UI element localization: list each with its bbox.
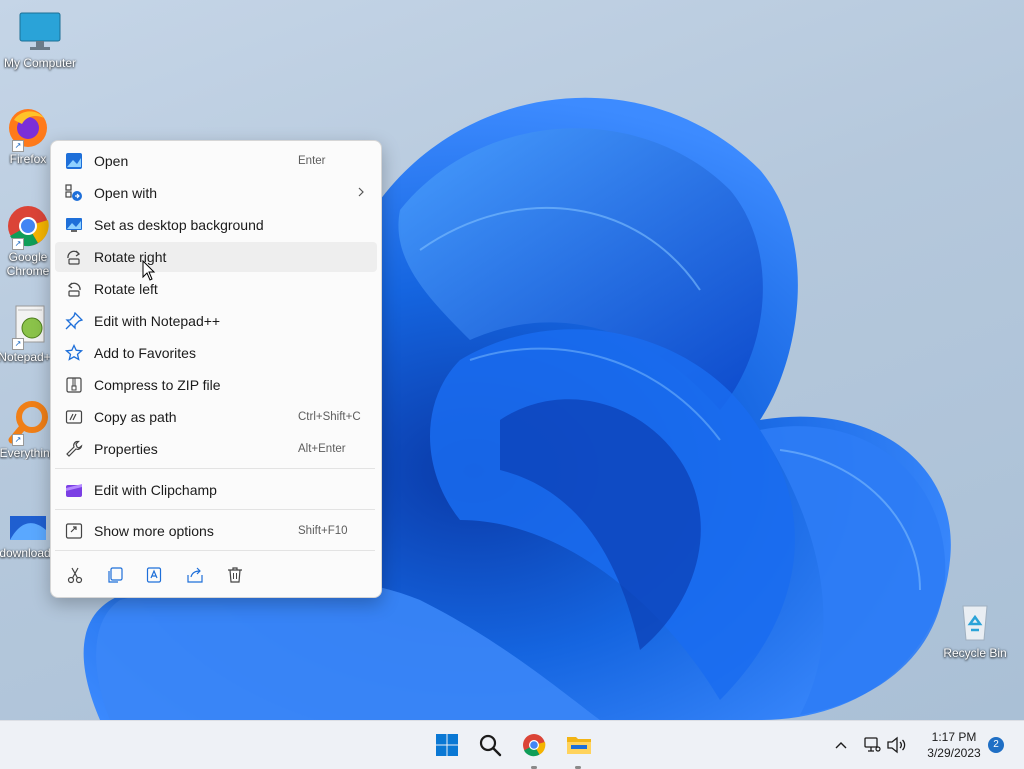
menu-item-set-as-desktop-background[interactable]: Set as desktop background — [55, 210, 377, 240]
shortcut-arrow-icon: ↗ — [12, 434, 24, 446]
shortcut-arrow-icon: ↗ — [12, 338, 24, 350]
copy-button[interactable] — [103, 563, 127, 587]
show-more-icon — [65, 523, 83, 539]
menu-separator — [55, 550, 375, 551]
menu-item-label: Edit with Notepad++ — [94, 313, 221, 329]
clock-date: 3/29/2023 — [927, 746, 981, 760]
start-button[interactable] — [429, 727, 465, 763]
recycle-bin-icon — [962, 605, 988, 641]
network-icon[interactable] — [862, 735, 882, 755]
desktop-background-icon — [66, 218, 82, 232]
menu-item-show-more-options[interactable]: Show more options Shift+F10 — [55, 516, 377, 546]
chrome-icon — [523, 734, 546, 757]
file-explorer-icon — [567, 737, 591, 754]
clock[interactable]: 1:17 PM 3/29/2023 — [916, 729, 992, 761]
search-button[interactable] — [472, 727, 508, 763]
context-menu: Open Enter Open with Set as desktop back… — [50, 140, 382, 598]
menu-item-shortcut: Ctrl+Shift+C — [298, 411, 361, 423]
wrench-icon — [66, 440, 83, 457]
volume-icon[interactable] — [886, 735, 908, 755]
menu-item-label: Properties — [94, 441, 158, 457]
menu-item-edit-with-notepadpp[interactable]: Edit with Notepad++ — [55, 306, 377, 336]
open-with-icon — [65, 184, 82, 201]
mouse-cursor-icon — [142, 260, 156, 281]
menu-item-label: Compress to ZIP file — [94, 377, 221, 393]
menu-item-label: Show more options — [94, 523, 214, 539]
chevron-up-icon[interactable] — [834, 739, 848, 751]
desktop-icon-my-computer[interactable]: My Computer — [0, 10, 80, 70]
zip-icon — [66, 377, 82, 393]
cut-button[interactable] — [63, 563, 87, 587]
menu-item-edit-with-clipchamp[interactable]: Edit with Clipchamp — [55, 475, 377, 505]
rotate-left-icon — [67, 282, 81, 297]
taskbar-chrome[interactable] — [516, 727, 552, 769]
pin-icon — [65, 312, 83, 330]
menu-item-rotate-right[interactable]: Rotate right — [55, 242, 377, 272]
menu-item-shortcut: Shift+F10 — [298, 525, 348, 537]
menu-item-label: Copy as path — [94, 409, 177, 425]
start-icon — [436, 734, 458, 756]
rename-button[interactable] — [143, 563, 167, 587]
menu-item-rotate-left[interactable]: Rotate left — [55, 274, 377, 304]
menu-separator — [55, 509, 375, 510]
menu-item-label: Add to Favorites — [94, 345, 196, 361]
menu-item-label: Rotate left — [94, 281, 158, 297]
menu-item-properties[interactable]: Properties Alt+Enter — [55, 434, 377, 464]
clock-time: 1:17 PM — [931, 730, 977, 744]
menu-item-add-to-favorites[interactable]: Add to Favorites — [55, 338, 377, 368]
menu-item-copy-as-path[interactable]: Copy as path Ctrl+Shift+C — [55, 402, 377, 432]
rotate-right-icon — [67, 250, 81, 265]
search-icon — [479, 734, 502, 757]
shortcut-arrow-icon: ↗ — [12, 238, 24, 250]
menu-item-shortcut: Enter — [298, 155, 326, 167]
copy-icon — [108, 567, 123, 583]
menu-item-label: Open — [94, 153, 129, 169]
chevron-right-icon — [358, 187, 364, 197]
menu-separator — [55, 468, 375, 469]
menu-item-label: Set as desktop background — [94, 217, 264, 233]
rename-icon — [146, 567, 162, 583]
share-icon — [187, 567, 203, 583]
delete-button[interactable] — [223, 563, 247, 587]
taskbar: 1:17 PM 3/29/2023 2 — [0, 720, 1024, 769]
menu-item-open[interactable]: Open Enter — [55, 146, 377, 176]
star-icon — [65, 344, 83, 361]
shortcut-arrow-icon: ↗ — [12, 140, 24, 152]
menu-item-label: Open with — [94, 185, 158, 201]
desktop-icon-label: My Computer — [3, 56, 77, 70]
desktop[interactable]: My Computer ↗ Firefox ↗ Google Chrome ↗ … — [0, 0, 1024, 720]
clipchamp-icon — [66, 484, 82, 497]
notification-badge[interactable]: 2 — [988, 737, 1004, 753]
image-open-icon — [66, 153, 82, 169]
menu-item-open-with[interactable]: Open with — [55, 178, 377, 208]
share-button[interactable] — [183, 563, 207, 587]
monitor-icon — [19, 12, 61, 50]
desktop-icon-label: Recycle Bin — [943, 646, 1007, 660]
menu-item-shortcut: Alt+Enter — [298, 443, 346, 455]
desktop-icon-recycle-bin[interactable]: Recycle Bin — [935, 600, 1015, 660]
delete-icon — [228, 567, 242, 583]
image-file-icon — [10, 516, 46, 540]
cut-icon — [67, 567, 83, 584]
copy-path-icon — [65, 410, 83, 424]
taskbar-file-explorer[interactable] — [560, 727, 596, 769]
menu-item-compress-to-zip[interactable]: Compress to ZIP file — [55, 370, 377, 400]
menu-item-label: Edit with Clipchamp — [94, 482, 217, 498]
